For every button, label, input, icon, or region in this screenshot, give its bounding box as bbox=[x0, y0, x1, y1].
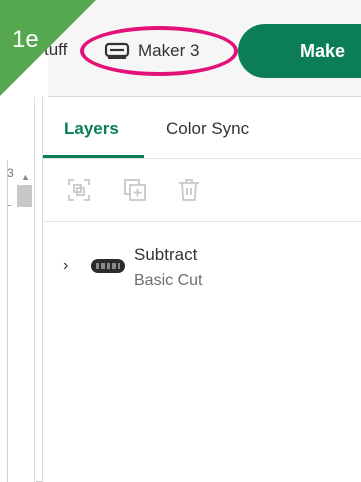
layer-row[interactable]: › Subtract Basic Cut bbox=[43, 237, 361, 297]
tab-layers[interactable]: Layers bbox=[64, 119, 119, 139]
active-tab-indicator bbox=[43, 155, 144, 158]
make-button[interactable]: Make bbox=[238, 24, 361, 78]
scrollbar-thumb[interactable] bbox=[17, 185, 32, 207]
layer-thumbnail bbox=[91, 259, 125, 273]
ruler-divider bbox=[34, 97, 35, 482]
layer-operation: Basic Cut bbox=[134, 272, 203, 289]
trash-icon[interactable] bbox=[177, 178, 201, 202]
layers-panel: Layers Color Sync › Subtract Basic Cut bbox=[42, 97, 361, 482]
duplicate-icon[interactable] bbox=[123, 178, 147, 202]
ruler-number: 3 bbox=[7, 166, 14, 180]
tab-color-sync[interactable]: Color Sync bbox=[166, 119, 249, 139]
scroll-up-arrow-icon[interactable]: ▲ bbox=[21, 172, 30, 182]
chevron-right-icon[interactable]: › bbox=[63, 257, 68, 275]
highlight-annotation-ring bbox=[80, 26, 238, 76]
step-badge-label: 1e bbox=[12, 26, 39, 53]
layer-name: Subtract bbox=[134, 245, 198, 264]
make-button-label: Make bbox=[300, 40, 346, 61]
group-icon[interactable] bbox=[67, 178, 91, 202]
ruler-tick bbox=[8, 205, 11, 206]
step-badge: 1e bbox=[0, 0, 96, 96]
panel-tabs: Layers Color Sync bbox=[43, 97, 361, 159]
ruler-strip bbox=[0, 160, 8, 482]
layer-actions-toolbar bbox=[43, 160, 361, 222]
